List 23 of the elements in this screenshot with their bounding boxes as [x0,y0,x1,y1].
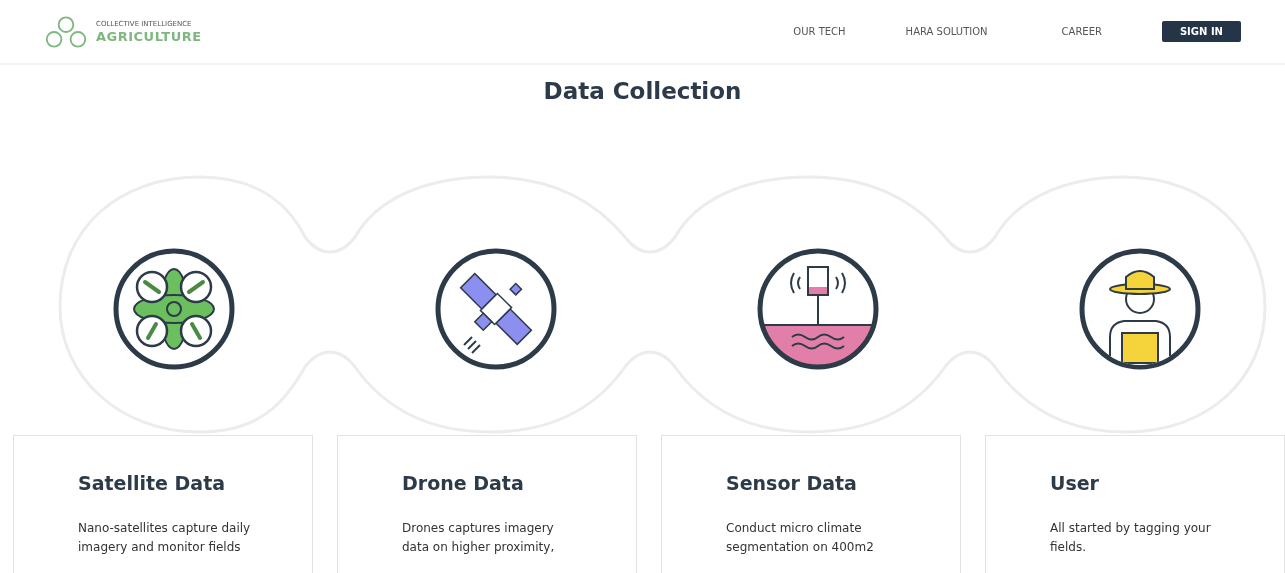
card-title: User [1050,471,1100,495]
card-title: Drone Data [402,471,525,495]
section-title: Data Collection [542,77,743,105]
card-description: All started by tagging your [1050,520,1212,537]
card-description: imagery and monitor fields [78,539,242,556]
card-description: segmentation on 400m2 [726,539,875,556]
logo-name: AGRICULTURE [96,28,202,44]
nav-link[interactable]: HARA SOLUTION [905,26,988,37]
card-description: Nano-satellites capture daily [78,520,252,537]
drone-icon [112,247,236,371]
card-description: fields. [1050,539,1087,556]
nav-link[interactable]: CAREER [1061,26,1102,37]
card-title: Satellite Data [78,471,227,495]
logo-icon [44,14,88,49]
card-description: Drones captures imagery [402,520,555,537]
card-title: Sensor Data [726,471,858,495]
card-description: Conduct micro climate [726,520,863,537]
sensor-icon [756,247,880,371]
nav-link[interactable]: OUR TECH [793,26,846,37]
card-description: data on higher proximity, [402,539,556,556]
satellite-icon [434,247,558,371]
sign-in-button[interactable]: SIGN IN [1161,21,1241,42]
farmer-icon [1078,247,1202,371]
